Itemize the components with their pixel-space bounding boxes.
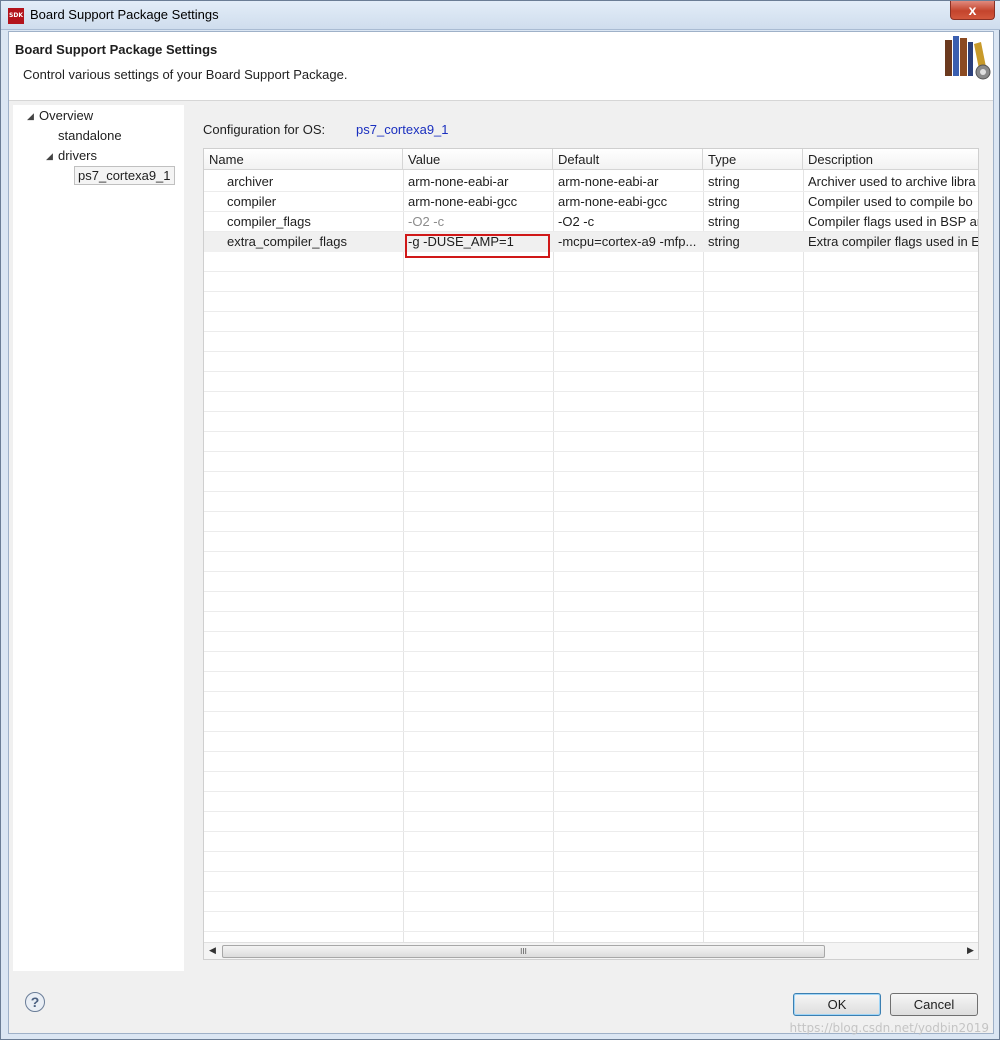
tree-item-ps7-cortexa9-1[interactable]: ps7_cortexa9_1 xyxy=(74,166,175,185)
grid-row-line xyxy=(204,491,978,492)
column-header-type[interactable]: Type xyxy=(703,149,803,170)
help-icon[interactable]: ? xyxy=(25,992,45,1012)
grid-row-line xyxy=(204,711,978,712)
scroll-thumb[interactable]: III xyxy=(222,945,825,958)
config-os-label: Configuration for OS: xyxy=(203,122,326,137)
cell-default: -mcpu=cortex-a9 -mfp... xyxy=(558,234,697,249)
cell-name: compiler_flags xyxy=(227,214,311,229)
cell-default: arm-none-eabi-gcc xyxy=(558,194,668,209)
grid-row-line xyxy=(204,451,978,452)
grid-row-line xyxy=(204,671,978,672)
config-os-link[interactable]: ps7_cortexa9_1 xyxy=(356,122,449,137)
grid-row-line xyxy=(204,331,978,332)
cell-name: compiler xyxy=(227,194,277,209)
bsp-tree: ◢ Overview standalone ◢ drivers ps7_cort… xyxy=(13,105,184,971)
close-button[interactable]: x xyxy=(950,1,995,20)
grid-row-line xyxy=(204,551,978,552)
dialog-content: Board Support Package Settings Control v… xyxy=(8,31,994,1034)
grid-row-line xyxy=(204,771,978,772)
grid-row-line xyxy=(204,471,978,472)
cell-type: string xyxy=(708,234,740,249)
grid-row-line xyxy=(204,651,978,652)
column-header-default[interactable]: Default xyxy=(553,149,703,170)
cell-value[interactable]: -O2 -c xyxy=(403,212,553,232)
table-row[interactable]: archiver arm-none-eabi-ar arm-none-eabi-… xyxy=(204,172,978,192)
settings-table: Name Value Default Type Description arch… xyxy=(203,148,979,960)
expand-arrow-icon[interactable]: ◢ xyxy=(27,111,34,122)
grid-row-line xyxy=(204,691,978,692)
column-header-description[interactable]: Description xyxy=(803,149,978,170)
cell-description: Archiver used to archive libra xyxy=(808,174,976,189)
grid-row-line xyxy=(204,371,978,372)
grid-column-line xyxy=(703,170,704,942)
cell-default: arm-none-eabi-ar xyxy=(558,174,659,189)
grid-column-line xyxy=(803,170,804,942)
column-header-name[interactable]: Name xyxy=(204,149,403,170)
tree-item-drivers[interactable]: drivers xyxy=(58,148,97,163)
table-row[interactable]: compiler_flags -O2 -c -O2 -c string Comp… xyxy=(204,212,979,232)
cell-value[interactable]: arm-none-eabi-gcc xyxy=(403,192,553,212)
header-title: Board Support Package Settings xyxy=(15,42,218,57)
grid-row-line xyxy=(204,351,978,352)
grid-row-line xyxy=(204,831,978,832)
table-row[interactable]: compiler arm-none-eabi-gcc arm-none-eabi… xyxy=(204,192,978,212)
settings-panel: Configuration for OS: ps7_cortexa9_1 Nam… xyxy=(188,105,989,971)
grid-row-line xyxy=(204,271,978,272)
grid-row-line xyxy=(204,411,978,412)
ok-button[interactable]: OK xyxy=(793,993,881,1016)
grid-row-line xyxy=(204,391,978,392)
grid-column-line xyxy=(403,170,404,942)
highlight-box xyxy=(405,234,550,258)
table-row-selected[interactable]: extra_compiler_flags -g -DUSE_AMP=1 -mcp… xyxy=(204,232,979,252)
cell-type: string xyxy=(708,214,740,229)
grid-row-line xyxy=(204,891,978,892)
grid-row-line xyxy=(204,611,978,612)
grid-row-line xyxy=(204,311,978,312)
cell-name: extra_compiler_flags xyxy=(227,234,347,249)
grid-row-line xyxy=(204,631,978,632)
table-header: Name Value Default Type Description xyxy=(204,149,978,170)
cell-default: -O2 -c xyxy=(558,214,595,229)
grid-row-line xyxy=(204,291,978,292)
grid-column-line xyxy=(553,170,554,942)
grid-row-line xyxy=(204,531,978,532)
dialog-window: SDK Board Support Package Settings x Boa… xyxy=(0,0,1000,1040)
sdk-app-icon: SDK xyxy=(8,8,24,24)
grid-row-line xyxy=(204,811,978,812)
window-title: Board Support Package Settings xyxy=(30,7,219,22)
cell-description: Compiler used to compile bo xyxy=(808,194,973,209)
grid-row-line xyxy=(204,911,978,912)
grid-row-line xyxy=(204,591,978,592)
grid-row-line xyxy=(204,511,978,512)
watermark-text: https://blog.csdn.net/yodbin2019 xyxy=(789,1021,989,1035)
horizontal-scrollbar[interactable]: ◀ III ▶ xyxy=(204,942,978,959)
books-gear-icon xyxy=(945,36,991,80)
cell-value[interactable]: arm-none-eabi-ar xyxy=(403,172,553,192)
grid-row-line xyxy=(204,571,978,572)
tree-item-standalone[interactable]: standalone xyxy=(58,128,122,143)
column-header-value[interactable]: Value xyxy=(403,149,553,170)
cell-type: string xyxy=(708,194,740,209)
scroll-right-icon[interactable]: ▶ xyxy=(967,945,974,956)
grid-row-line xyxy=(204,751,978,752)
cell-name: archiver xyxy=(227,174,274,189)
expand-arrow-icon[interactable]: ◢ xyxy=(46,151,53,162)
grid-row-line xyxy=(204,851,978,852)
cell-description: Compiler flags used in BSP ar xyxy=(808,214,979,229)
title-bar[interactable]: SDK Board Support Package Settings x xyxy=(1,1,1000,30)
cell-description: Extra compiler flags used in E xyxy=(808,234,979,249)
grid-row-line xyxy=(204,871,978,872)
grid-row-line xyxy=(204,731,978,732)
scroll-left-icon[interactable]: ◀ xyxy=(209,945,216,956)
grid-row-line xyxy=(204,931,978,932)
cell-type: string xyxy=(708,174,740,189)
grid-row-line xyxy=(204,431,978,432)
tree-item-overview[interactable]: Overview xyxy=(39,108,93,123)
cancel-button[interactable]: Cancel xyxy=(890,993,978,1016)
dialog-header: Board Support Package Settings Control v… xyxy=(9,32,993,101)
grid-row-line xyxy=(204,791,978,792)
header-subtitle: Control various settings of your Board S… xyxy=(23,67,348,82)
